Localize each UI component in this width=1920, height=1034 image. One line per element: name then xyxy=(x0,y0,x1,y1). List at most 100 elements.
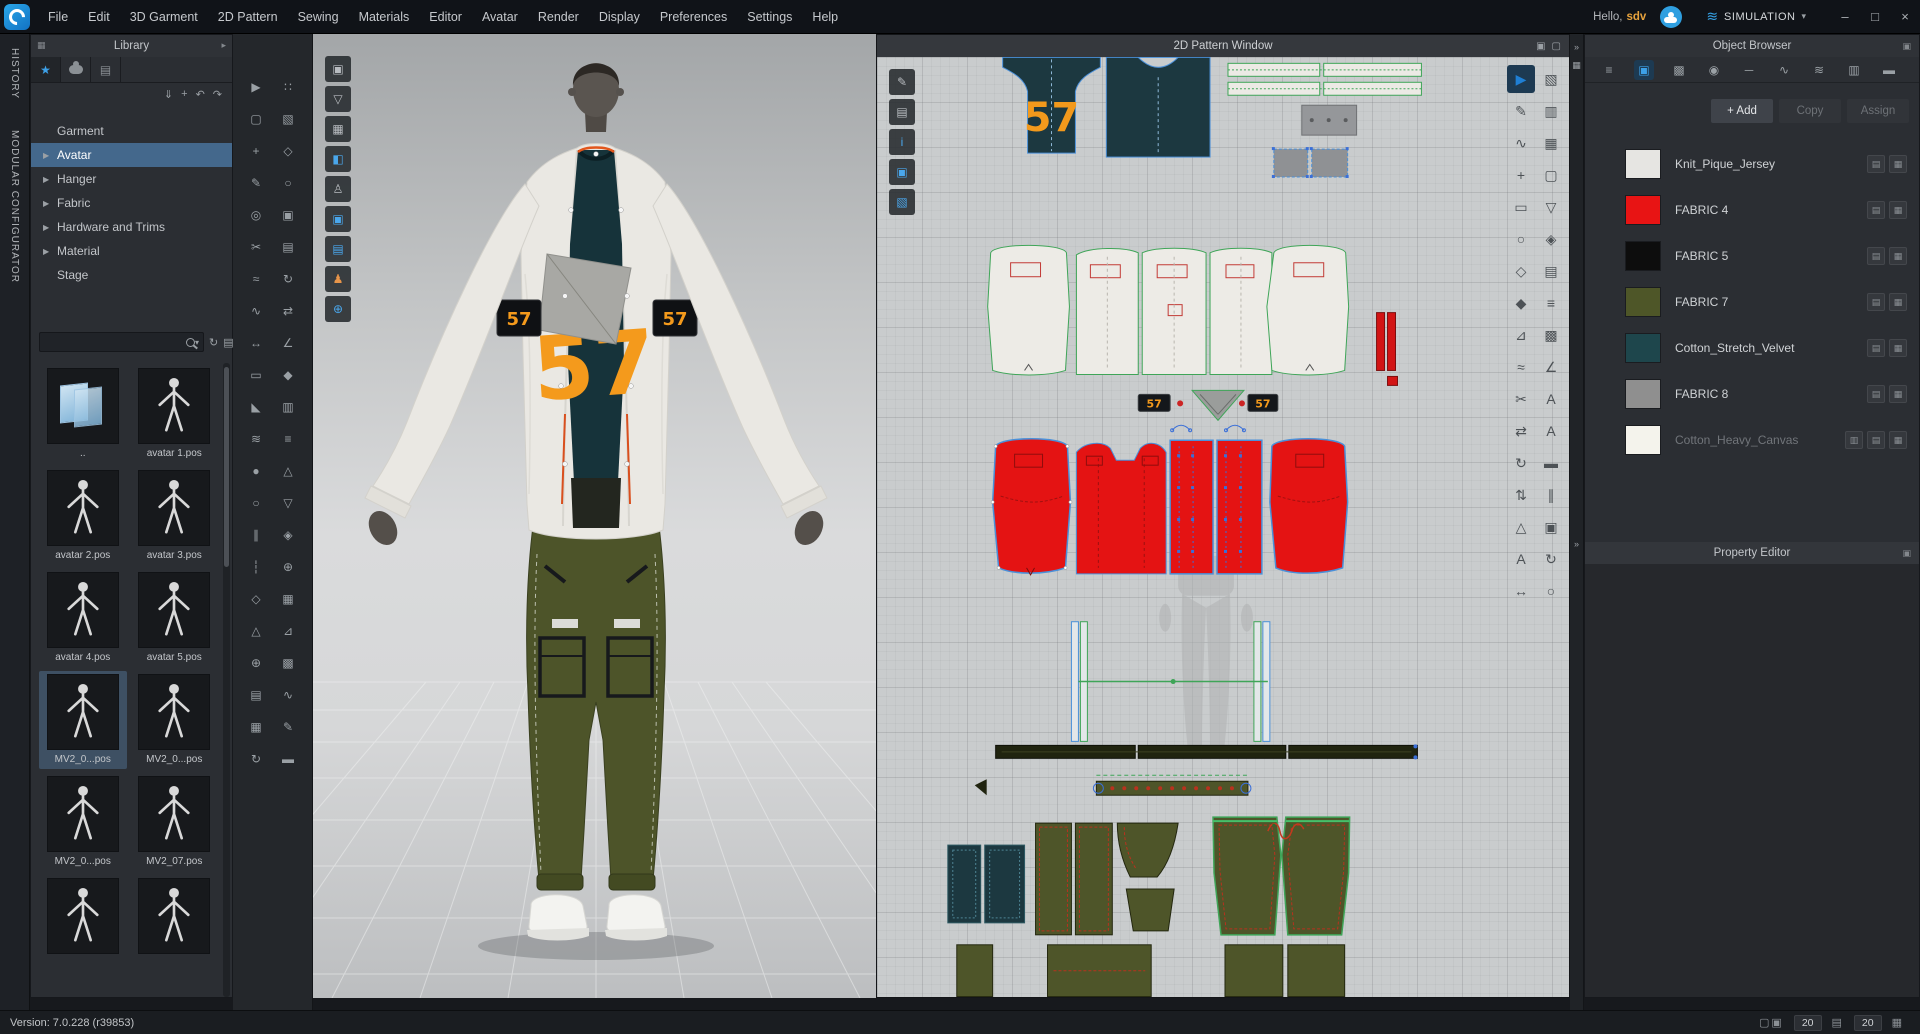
library-thumbnail[interactable] xyxy=(131,875,219,973)
copy-fabric-button[interactable]: Copy xyxy=(1779,99,1841,123)
pattern-piece-jacket-sleeve-right[interactable] xyxy=(1266,244,1350,376)
close-button[interactable]: × xyxy=(1890,0,1920,33)
expand-icon[interactable]: ⇄ xyxy=(1507,417,1535,445)
measure-icon[interactable]: ↔ xyxy=(243,330,269,356)
edit-pattern-icon[interactable]: ✎ xyxy=(889,69,915,95)
pattern-canvas[interactable]: ✎ ▤ i ▣ ▧ ▶ ✎ ∿ + ▭ ○ ◇ ◆ ⊿ ≈ ✂ ⇄ ↻ ⇅ △ A ↔ ▧ ▥ ▦ ▢ ▽ ◈ ▤ ≡ ▩ ∠ A A ▬ ∥ ▣ ↻… xyxy=(877,57,1569,997)
menu-item[interactable]: Display xyxy=(589,0,650,34)
layers-icon[interactable]: ▤ xyxy=(325,236,351,262)
add-fabric-button[interactable]: + Add xyxy=(1711,99,1773,123)
pattern-piece-tee-back[interactable] xyxy=(1105,57,1211,158)
measure-2d-icon[interactable]: ↔ xyxy=(1507,577,1535,605)
grid-icon[interactable]: ▦ xyxy=(275,586,301,612)
rows-icon[interactable]: ▥ xyxy=(275,394,301,420)
segment-sewing-icon[interactable]: ≈ xyxy=(243,266,269,292)
simulation-button[interactable]: ≋ SIMULATION ▾ xyxy=(1696,0,1816,33)
fabric-swatch[interactable] xyxy=(1625,195,1661,225)
layer-clone-icon[interactable]: ▧ xyxy=(889,189,915,215)
float-window-icon[interactable]: ▣ xyxy=(1536,41,1545,52)
library-thumbnail[interactable]: MV2_0...pos xyxy=(39,671,127,769)
angle-snap-icon[interactable]: ∠ xyxy=(275,330,301,356)
fabric-row[interactable]: FABRIC 7 ▥ ▤ ▦ xyxy=(1585,279,1919,325)
swap-view-icon[interactable]: ⇄ xyxy=(275,298,301,324)
steam-icon[interactable]: ≋ xyxy=(243,426,269,452)
seam-icon[interactable]: ≈ xyxy=(1507,353,1535,381)
dock-window-icon[interactable]: ▢ xyxy=(1552,41,1561,52)
pattern-piece-pant-side-panels[interactable] xyxy=(1035,822,1113,936)
pattern-piece-jacket-sleeve-left[interactable] xyxy=(987,244,1070,376)
pattern-piece-bottom-row[interactable] xyxy=(956,944,1346,997)
wedge-icon[interactable]: ⊿ xyxy=(275,618,301,644)
texture-editor-icon[interactable]: ▣ xyxy=(325,206,351,232)
guide-icon[interactable]: ∥ xyxy=(1537,481,1565,509)
annotate-icon[interactable]: A xyxy=(1507,545,1535,573)
drag-handle-icon[interactable]: ∷ xyxy=(275,74,301,100)
shirring-tab-icon[interactable]: ≋ xyxy=(1809,60,1829,80)
buttonhole-icon[interactable]: ○ xyxy=(243,490,269,516)
show-panel-icon[interactable]: ▤ xyxy=(889,99,915,125)
library-thumbnail[interactable] xyxy=(39,875,127,973)
library-tree-item[interactable]: ▶ Avatar xyxy=(31,143,232,167)
texture-icon[interactable]: ▤ xyxy=(243,682,269,708)
transform-pattern-icon[interactable]: ▶ xyxy=(1507,65,1535,93)
expand-arrow-icon[interactable]: ▶ xyxy=(43,247,57,256)
fabric-row[interactable]: FABRIC 5 ▥ ▤ ▦ xyxy=(1585,233,1919,279)
list-view-icon[interactable]: ≡ xyxy=(1599,60,1619,80)
library-tree-item[interactable]: ▶ Material xyxy=(31,239,232,263)
panel-grid-icon[interactable]: ▦ xyxy=(37,40,46,51)
graphic-tab-icon[interactable]: ▩ xyxy=(1669,60,1689,80)
files-tab-icon[interactable]: ▤ xyxy=(91,57,121,82)
fabric-assign-icon[interactable]: ▦ xyxy=(1889,201,1907,219)
attach-icon[interactable]: ⊕ xyxy=(243,650,269,676)
collapse-panel-icon[interactable]: » xyxy=(1570,42,1583,52)
float-panel-icon[interactable]: ▣ xyxy=(1902,41,1911,52)
menu-item[interactable]: File xyxy=(38,0,78,34)
polygon-icon[interactable]: ◇ xyxy=(1507,257,1535,285)
menu-item[interactable]: Sewing xyxy=(288,0,349,34)
add-item-icon[interactable]: + xyxy=(181,88,187,100)
library-thumbnail[interactable]: avatar 2.pos xyxy=(39,467,127,565)
select-move-icon[interactable]: ▶ xyxy=(243,74,269,100)
vertical-dock-tab[interactable]: MODULAR CONFIGURATOR xyxy=(9,130,20,283)
pattern-piece-hardware[interactable] xyxy=(1271,104,1358,179)
fabric-extra-icon[interactable]: ▥ xyxy=(1845,431,1863,449)
library-tree-item[interactable]: ▶ Garment xyxy=(31,119,232,143)
solid-view-icon[interactable]: ▣ xyxy=(275,202,301,228)
camera-view-icon[interactable]: ▣ xyxy=(325,56,351,82)
show-seam-icon[interactable]: ▧ xyxy=(1537,65,1565,93)
paint-icon[interactable]: ◧ xyxy=(325,146,351,172)
panel-expand-icon[interactable]: ▸ xyxy=(221,40,226,51)
chest-patch-left[interactable]: 57 xyxy=(496,299,542,337)
fabric-swatch[interactable] xyxy=(1625,149,1661,179)
library-tree-item[interactable]: ▶ Stage xyxy=(31,263,232,287)
uv-icon[interactable]: ▦ xyxy=(243,714,269,740)
show-points-icon[interactable]: ◇ xyxy=(275,138,301,164)
vertical-dock-tab[interactable]: HISTORY xyxy=(9,48,20,99)
down-icon[interactable]: ▽ xyxy=(275,490,301,516)
sphere-tab-icon[interactable]: ◉ xyxy=(1704,60,1724,80)
avatar-head[interactable] xyxy=(568,63,624,132)
library-thumbnail[interactable]: MV2_07.pos xyxy=(131,773,219,871)
button-tab-icon[interactable]: ▬ xyxy=(1879,60,1899,80)
layer-2d-icon[interactable]: ▤ xyxy=(1537,257,1565,285)
pattern-piece-pant-yokes[interactable] xyxy=(1116,822,1179,932)
expand-arrow-icon[interactable]: ▶ xyxy=(43,151,57,160)
fabric-assign-icon[interactable]: ▦ xyxy=(1889,339,1907,357)
symmetry-icon[interactable]: ◈ xyxy=(1537,225,1565,253)
minimize-button[interactable]: – xyxy=(1830,0,1860,33)
font-tool-icon[interactable]: A xyxy=(1537,417,1565,445)
fabric-assign-icon[interactable]: ▦ xyxy=(1889,155,1907,173)
zigzag-tab-icon[interactable]: ∿ xyxy=(1774,60,1794,80)
cut-sew-icon[interactable]: ✂ xyxy=(1507,385,1535,413)
scissors-icon[interactable]: ✂ xyxy=(243,234,269,260)
menu-item[interactable]: Avatar xyxy=(472,0,528,34)
fabric-save-icon[interactable]: ▤ xyxy=(1867,247,1885,265)
pattern-info-icon[interactable]: i xyxy=(889,129,915,155)
library-scrollbar[interactable] xyxy=(223,363,230,997)
library-thumbnail[interactable]: MV2_0...pos xyxy=(131,671,219,769)
fabric-swatch[interactable] xyxy=(1625,379,1661,409)
fabric-assign-icon[interactable]: ▦ xyxy=(1889,431,1907,449)
edit-curve-icon[interactable]: ∿ xyxy=(1507,129,1535,157)
pattern-piece-red-strips[interactable] xyxy=(1376,312,1398,386)
expand-arrow-icon[interactable]: ▶ xyxy=(43,175,57,184)
